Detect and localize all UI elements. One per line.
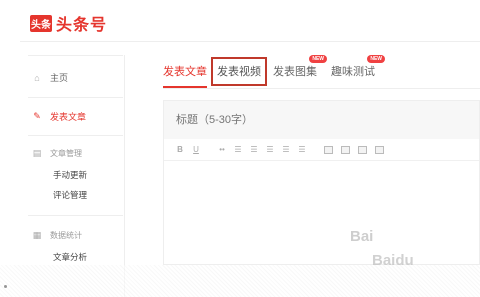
sidebar-item-home[interactable]: ⌂ 主页 <box>32 71 68 84</box>
tabs-divider <box>163 88 480 89</box>
new-badge: NEW <box>309 55 327 63</box>
sidebar-item-manual-update[interactable]: 手动更新 <box>53 169 87 181</box>
bold-icon[interactable]: B <box>176 145 184 155</box>
header-divider <box>20 41 480 42</box>
tab-publish-article[interactable]: 发表文章 <box>163 63 207 88</box>
tab-label: 发表文章 <box>163 66 207 78</box>
sidebar-item-label: 发表文章 <box>50 112 87 122</box>
chart-icon: ▦ <box>32 230 42 240</box>
article-editor: B U •• ☰ ☰ ☰ ☰ ☰ <box>163 100 480 265</box>
sidebar-divider <box>28 97 123 98</box>
underline-icon[interactable]: U <box>192 145 200 155</box>
align-left-icon[interactable]: ☰ <box>266 145 274 155</box>
logo-icon: 头条 <box>30 14 52 32</box>
editor-toolbar: B U •• ☰ ☰ ☰ ☰ ☰ <box>164 139 479 161</box>
ordered-list-icon[interactable]: ☰ <box>250 145 258 155</box>
align-center-icon[interactable]: ☰ <box>282 145 290 155</box>
blockquote-icon[interactable]: •• <box>218 145 226 155</box>
brand-name: 头条号 <box>56 17 108 34</box>
sidebar-group-article-mgmt[interactable]: ▤ 文章管理 <box>32 148 82 159</box>
vote-icon[interactable] <box>375 145 384 155</box>
sidebar-group-stats[interactable]: ▦ 数据统计 <box>32 230 82 241</box>
title-input[interactable] <box>164 101 479 139</box>
brand-logo[interactable]: 头条 头条号 <box>30 11 107 35</box>
document-icon: ▤ <box>32 148 42 158</box>
image-icon[interactable] <box>324 145 333 155</box>
tab-publish-gallery[interactable]: 发表图集 NEW <box>273 55 327 86</box>
video-icon[interactable] <box>341 145 350 155</box>
tab-label: 发表视频 <box>217 66 261 78</box>
tab-bar: 发表文章 发表视频 发表图集 NEW 趣味测试 NEW <box>163 55 385 88</box>
home-icon: ⌂ <box>34 72 40 83</box>
image-noise-band <box>0 265 480 297</box>
sidebar-divider <box>28 135 123 136</box>
align-right-icon[interactable]: ☰ <box>298 145 306 155</box>
unordered-list-icon[interactable]: ☰ <box>234 145 242 155</box>
sidebar-group-label: 数据统计 <box>50 231 82 240</box>
tab-label: 趣味测试 <box>331 66 375 78</box>
sidebar: ⌂ 主页 ✎ 发表文章 ▤ 文章管理 手动更新 评论管理 ▦ 数据统计 文章分析 <box>20 55 125 297</box>
sidebar-divider <box>28 55 123 56</box>
tab-publish-video[interactable]: 发表视频 <box>211 57 267 86</box>
edit-icon: ✎ <box>33 111 41 121</box>
sidebar-item-comment-mgmt[interactable]: 评论管理 <box>53 189 87 201</box>
sidebar-divider <box>28 215 123 216</box>
tab-label: 发表图集 <box>273 66 317 78</box>
new-badge: NEW <box>367 55 385 63</box>
music-icon[interactable] <box>358 145 367 155</box>
sidebar-item-article-analysis[interactable]: 文章分析 <box>53 251 87 263</box>
editor-content-area[interactable] <box>164 161 479 264</box>
sidebar-item-publish[interactable]: ✎ 发表文章 <box>32 110 86 123</box>
watermark-text: Bai <box>350 228 374 245</box>
sidebar-group-label: 文章管理 <box>50 149 82 158</box>
tab-fun-quiz[interactable]: 趣味测试 NEW <box>331 55 385 86</box>
sidebar-item-label: 主页 <box>50 73 69 83</box>
